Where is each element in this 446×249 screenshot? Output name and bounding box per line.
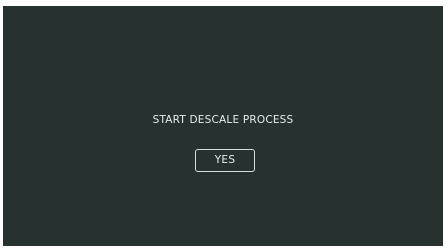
descale-screen: START DESCALE PROCESS YES xyxy=(3,6,443,246)
descale-prompt-text: START DESCALE PROCESS xyxy=(152,114,294,126)
yes-button[interactable]: YES xyxy=(195,149,255,172)
